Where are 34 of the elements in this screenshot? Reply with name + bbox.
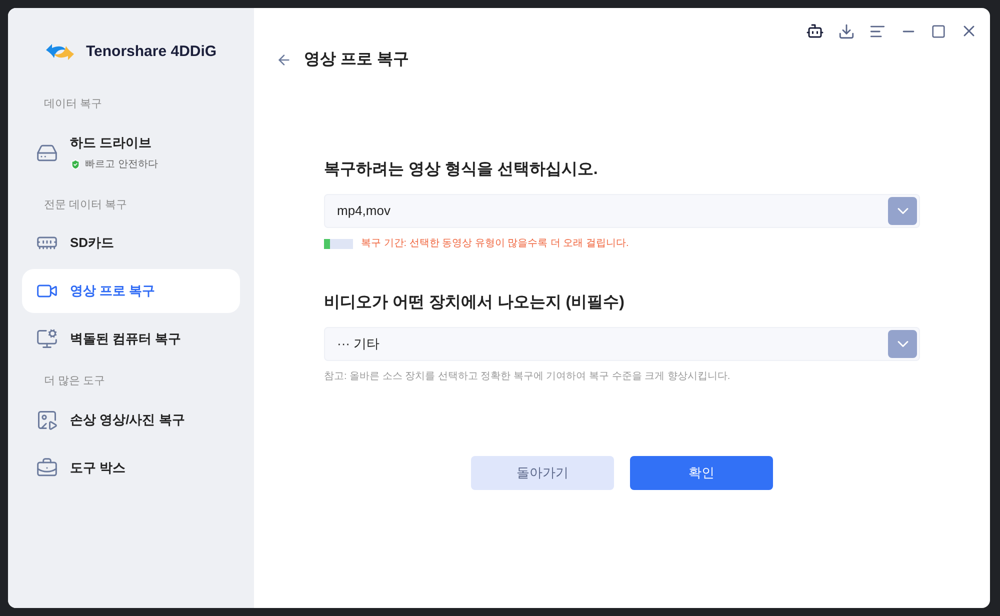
item-label: SD카드 <box>70 234 114 252</box>
section-heading: 더 많은 도구 <box>43 374 106 389</box>
monitor-icon <box>36 328 58 350</box>
confirm-button[interactable]: 확인 <box>630 456 773 490</box>
sidebar-item[interactable]: SD카드 <box>22 221 240 265</box>
sidebar-item[interactable]: 영상 프로 복구 <box>22 269 240 313</box>
back-button[interactable]: 돌아가기 <box>471 456 614 490</box>
sidebar-item[interactable]: 벽돌된 컴퓨터 복구 <box>22 317 240 361</box>
dropdown[interactable]: mp4,mov <box>324 194 920 228</box>
sidebar-item[interactable]: 손상 영상/사진 복구 <box>22 398 240 442</box>
sidebar-item[interactable]: 하드 드라이브 빠르고 안전하다 <box>22 120 240 184</box>
section-heading: 전문 데이터 복구 <box>43 198 128 212</box>
image-icon <box>36 408 58 430</box>
item-label: 벽돌된 컴퓨터 복구 <box>70 330 182 348</box>
format-label: 복구하려는 영상 형식을 선택하십시오. <box>324 160 599 180</box>
page-title: 영상 프로 복구 <box>304 50 409 70</box>
item-label: 손상 영상/사진 복구 <box>70 410 185 429</box>
device-label: 비디오가 어떤 장치에서 나오는지 (비필수) <box>324 293 626 313</box>
shield-check-icon <box>70 158 81 170</box>
section-heading: 데이터 복구 <box>43 97 104 112</box>
app-name: Tenorshare 4DDiG <box>86 42 217 62</box>
item-label: 하드 드라이브 <box>70 134 153 152</box>
device-note: 참고: 올바른 소스 장치를 선택하고 정확한 복구에 기여하여 복구 수준을 크게 향상시킵니다. <box>324 370 732 384</box>
item-label: 영상 프로 복구 <box>70 282 156 300</box>
briefcase-icon <box>36 456 58 478</box>
item-subtitle: 빠르고 안전하다 <box>85 158 158 172</box>
item-label: 도구 박스 <box>70 458 126 477</box>
maximize-icon[interactable] <box>931 24 946 38</box>
back-arrow-icon[interactable] <box>276 52 292 68</box>
duration-note: 복구 기간: 선택한 동영상 유형이 많을수록 더 오래 걸립니다. <box>361 237 629 251</box>
dropdown[interactable]: ··· 기타 <box>324 327 920 361</box>
download-icon[interactable] <box>838 22 855 40</box>
robot-icon[interactable] <box>806 22 824 40</box>
sidebar-item[interactable]: 도구 박스 <box>22 446 240 490</box>
